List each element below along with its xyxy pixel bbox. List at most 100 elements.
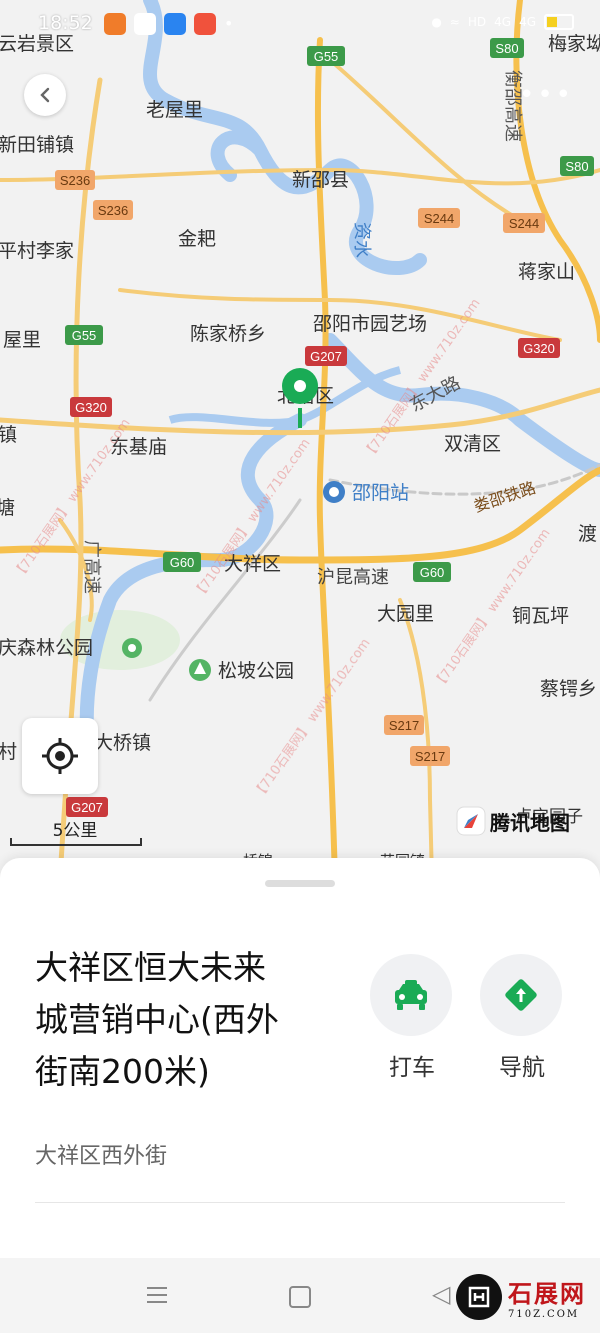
chevron-left-icon — [40, 87, 50, 103]
back-button[interactable] — [24, 74, 66, 116]
place-label: 新田铺镇 — [0, 134, 74, 156]
place-label: 老屋里 — [146, 99, 203, 121]
svg-text:S217: S217 — [415, 749, 445, 764]
shield-s217-b: S217 — [410, 746, 450, 766]
back-nav-button[interactable]: ◁ — [432, 1280, 450, 1308]
svg-text:G320: G320 — [523, 341, 555, 356]
place-title: 大祥区恒大未来 城营销中心(西外 街南200米) — [35, 942, 335, 1098]
shield-s80-east: S80 — [560, 156, 594, 176]
svg-text:S244: S244 — [424, 211, 454, 226]
navigate-button[interactable]: 导航 — [480, 954, 564, 1082]
shield-g60-west: G60 — [163, 552, 201, 572]
place-label: 大园里 — [377, 603, 434, 625]
taxi-button[interactable]: 打车 — [370, 954, 454, 1082]
watermark-url: 710Z.COM — [508, 1309, 580, 1320]
svg-text:G55: G55 — [72, 328, 97, 343]
location-icon: ● — [431, 15, 442, 29]
place-label: 屋里 — [3, 329, 41, 351]
svg-text:S244: S244 — [509, 216, 539, 231]
place-label: 松坡公园 — [218, 660, 294, 682]
app-icon-red — [194, 13, 216, 35]
road-label: 广高速 — [81, 540, 102, 594]
sheet-drag-handle[interactable] — [265, 880, 335, 887]
crosshair-icon — [42, 738, 78, 774]
map-brand: 腾讯地图 — [456, 806, 570, 836]
battery-icon — [544, 14, 574, 30]
shield-g60-east: G60 — [413, 562, 451, 582]
place-address: 大祥区西外街 — [35, 1144, 168, 1169]
status-time: 18:52 — [38, 12, 93, 34]
shield-g207-center: G207 — [305, 346, 347, 366]
shield-g320-west: G320 — [70, 397, 112, 417]
brand-label: 腾讯地图 — [490, 810, 570, 835]
status-app-icons: • — [104, 13, 233, 35]
place-detail-sheet: 大祥区恒大未来 城营销中心(西外 街南200米) 打车 导航 大祥区西外街 — [0, 858, 600, 1258]
road-label: 沪昆高速 — [317, 567, 389, 588]
place-label: 平村李家 — [0, 240, 74, 262]
wifi-icon: ≈ — [449, 15, 460, 29]
baidu-icon — [134, 13, 156, 35]
place-title-line: 街南200米) — [35, 1052, 210, 1091]
divider — [35, 1202, 565, 1203]
taxi-button-circle[interactable] — [370, 954, 452, 1036]
shield-g207-south: G207 — [66, 797, 108, 817]
more-icon: ••• — [518, 80, 574, 110]
navigate-button-circle[interactable] — [480, 954, 562, 1036]
svg-text:G60: G60 — [170, 555, 195, 570]
signal-4g-icon: 4G — [519, 15, 536, 29]
watermark-logo-icon — [456, 1274, 502, 1320]
place-label: 镇 — [0, 424, 17, 446]
map-scale: 5公里 — [10, 816, 142, 846]
signal-4g-icon: 4G — [494, 15, 512, 29]
app-icon-orange — [104, 13, 126, 35]
svg-text:S80: S80 — [565, 159, 588, 174]
river-label: 资水 — [351, 222, 372, 258]
navigate-label: 导航 — [499, 1055, 545, 1081]
shield-g320-east: G320 — [518, 338, 560, 358]
place-label: 双清区 — [444, 433, 501, 455]
shield-s244-b: S244 — [503, 213, 545, 233]
recent-apps-button[interactable] — [146, 1285, 168, 1305]
watermark-name: 石展网 — [508, 1279, 586, 1308]
navigation-icon — [505, 979, 537, 1011]
site-watermark: 石展网 710Z.COM — [456, 1274, 586, 1320]
taxi-icon — [395, 980, 427, 1010]
svg-text:S217: S217 — [389, 718, 419, 733]
home-button[interactable] — [289, 1286, 311, 1308]
shield-s236-b: S236 — [93, 200, 133, 220]
app-icon-blue — [164, 13, 186, 35]
more-menu-button[interactable]: ••• — [519, 82, 574, 108]
shield-g55-west: G55 — [65, 325, 103, 345]
place-label: 庆森林公园 — [0, 637, 93, 659]
place-label: 陈家桥乡 — [190, 323, 266, 345]
station-label: 邵阳站 — [352, 482, 409, 504]
tencent-map-logo-icon — [456, 806, 486, 836]
svg-text:G207: G207 — [71, 800, 103, 815]
shield-s217-a: S217 — [384, 715, 424, 735]
place-label: 金耙 — [178, 228, 216, 250]
scale-bar — [10, 838, 142, 846]
svg-text:S236: S236 — [60, 173, 90, 188]
svg-text:G207: G207 — [310, 349, 342, 364]
svg-text:G60: G60 — [420, 565, 445, 580]
svg-text:S236: S236 — [98, 203, 128, 218]
place-label: 新邵县 — [292, 169, 349, 191]
shield-s244-a: S244 — [418, 208, 460, 228]
status-bar: 18:52 • ● ≈ HD 4G 4G — [0, 0, 600, 52]
hd-icon: HD — [467, 15, 487, 29]
train-station-icon — [323, 481, 345, 503]
place-label: 蔡锷乡 — [540, 678, 597, 700]
notification-dot-icon: • — [224, 14, 234, 33]
shield-s236-a: S236 — [55, 170, 95, 190]
place-label: 塘 — [0, 497, 15, 519]
place-label: 大桥镇 — [94, 732, 151, 754]
taxi-label: 打车 — [389, 1055, 435, 1081]
place-label: 渡 — [578, 523, 597, 545]
locate-me-button[interactable] — [22, 718, 98, 794]
place-label: 蒋家山 — [518, 261, 575, 283]
status-indicators: ● ≈ HD 4G 4G — [431, 14, 574, 30]
place-label: 铜瓦坪 — [512, 605, 569, 627]
place-label: 邵阳市园艺场 — [313, 313, 427, 335]
svg-text:G320: G320 — [75, 400, 107, 415]
place-label: 村 — [0, 741, 17, 763]
